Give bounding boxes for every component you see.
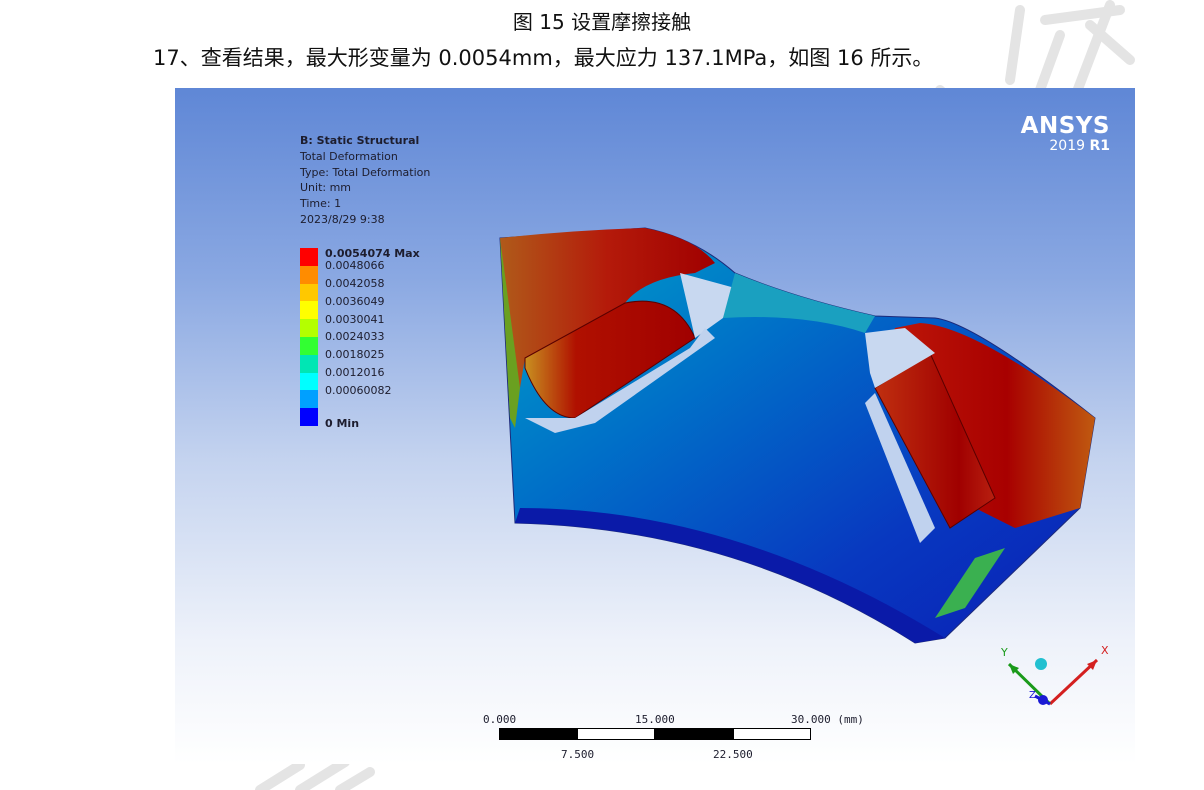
legend-row-min: 0 Min bbox=[300, 408, 420, 430]
legend-label: 0.0012016 bbox=[325, 365, 385, 379]
legend-label: 0.0054074 Max bbox=[325, 247, 420, 261]
version-main: 2019 bbox=[1049, 138, 1086, 154]
version-text: 2019 R1 bbox=[1021, 139, 1110, 154]
scale-label-30: 30.000 (mm) bbox=[791, 713, 864, 726]
figure-caption: 图 15 设置摩擦接触 bbox=[512, 10, 692, 34]
brand-text: ANSYS bbox=[1020, 113, 1110, 139]
y-axis-label: Y bbox=[1000, 646, 1008, 659]
scale-segment-4 bbox=[733, 728, 811, 740]
legend-label: 0.00060082 bbox=[325, 383, 392, 397]
legend-label: 0.0030041 bbox=[325, 312, 385, 326]
result-info: B: Static Structural Total Deformation T… bbox=[300, 133, 430, 228]
scale-segment-3 bbox=[655, 728, 733, 740]
ansys-logo: ANSYS 2019 R1 bbox=[1021, 113, 1110, 154]
scale-segment-2 bbox=[577, 728, 655, 740]
legend-label: 0.0042058 bbox=[325, 276, 385, 290]
x-axis-label: X bbox=[1101, 644, 1109, 657]
ansys-viewport[interactable]: B: Static Structural Total Deformation T… bbox=[175, 88, 1135, 764]
legend-swatch bbox=[300, 336, 318, 355]
result-date: 2023/8/29 9:38 bbox=[300, 212, 385, 226]
analysis-title: B: Static Structural bbox=[300, 134, 420, 147]
scale-segment-1 bbox=[499, 728, 577, 740]
legend-row: 0.00060082 bbox=[300, 385, 420, 409]
body-paragraph: 17、查看结果，最大形变量为 0.0054mm，最大应力 137.1MPa，如图… bbox=[153, 46, 934, 70]
legend-label: 0.0036049 bbox=[325, 294, 385, 308]
legend-swatch bbox=[300, 265, 318, 284]
coordinate-triad[interactable]: X Y Z bbox=[995, 638, 1115, 718]
result-name: Total Deformation bbox=[300, 149, 398, 163]
version-release: R1 bbox=[1089, 138, 1110, 154]
legend-label: 0.0048066 bbox=[325, 259, 385, 273]
scale-label-0: 0.000 bbox=[483, 713, 517, 726]
scale-label-22-5: 22.500 bbox=[713, 748, 753, 761]
legend-swatch bbox=[300, 354, 318, 373]
legend-min-label: 0 Min bbox=[325, 416, 360, 430]
legend-swatch-min bbox=[300, 408, 318, 426]
legend-label: 0.0024033 bbox=[325, 330, 385, 344]
legend-swatch bbox=[300, 372, 318, 391]
result-unit: Unit: mm bbox=[300, 181, 352, 195]
triad-iso-ball[interactable] bbox=[1035, 658, 1047, 670]
triad-origin bbox=[1038, 695, 1048, 705]
result-time: Time: 1 bbox=[300, 197, 342, 211]
legend-label: 0.0018025 bbox=[325, 348, 385, 362]
scale-bar: 0.000 15.000 30.000 (mm) 7.500 22.500 bbox=[475, 713, 864, 763]
legend-swatch bbox=[300, 283, 318, 302]
scale-label-15: 15.000 bbox=[635, 713, 675, 726]
legend-swatch bbox=[300, 390, 318, 409]
result-type: Type: Total Deformation bbox=[300, 165, 431, 179]
contour-legend[interactable]: 0.0054074 Max 0.0048066 0.0042058 0.0036049… bbox=[300, 247, 420, 430]
scale-label-7-5: 7.500 bbox=[561, 748, 595, 761]
legend-swatch bbox=[300, 248, 318, 266]
legend-swatch bbox=[300, 319, 318, 337]
legend-swatch bbox=[300, 301, 318, 320]
z-axis-label: Z bbox=[1029, 690, 1036, 701]
